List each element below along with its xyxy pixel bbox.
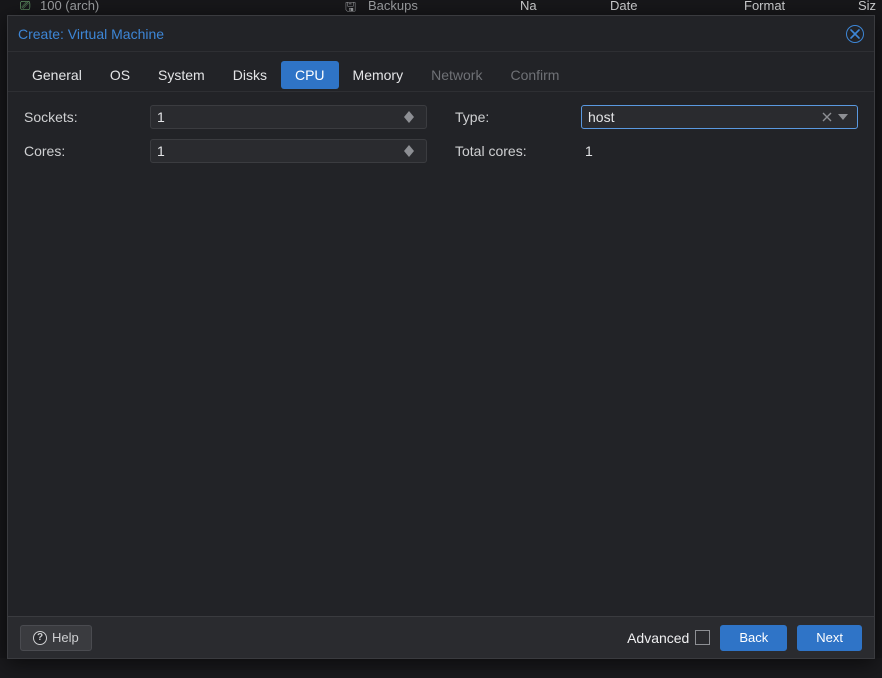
close-button[interactable] [846, 25, 864, 43]
help-icon: ? [33, 631, 47, 645]
tab-memory[interactable]: Memory [339, 61, 418, 89]
tab-cpu[interactable]: CPU [281, 61, 339, 89]
type-select[interactable]: host [581, 105, 858, 129]
dialog-titlebar: Create: Virtual Machine [8, 16, 874, 52]
tab-confirm: Confirm [496, 61, 573, 89]
wizard-tabs: General OS System Disks CPU Memory Netwo… [8, 52, 874, 92]
chevron-down-icon [838, 114, 848, 120]
total-cores-label: Total cores: [455, 143, 581, 159]
bg-col-name: Na [520, 0, 537, 13]
advanced-toggle: Advanced [627, 630, 710, 646]
sockets-value: 1 [157, 109, 404, 125]
sockets-input[interactable]: 1 [150, 105, 427, 129]
type-clear-button[interactable] [819, 112, 835, 122]
bg-col-format: Format [744, 0, 785, 13]
tab-disks[interactable]: Disks [219, 61, 281, 89]
create-vm-dialog: Create: Virtual Machine General OS Syste… [7, 15, 875, 659]
help-label: Help [52, 630, 79, 645]
advanced-label: Advanced [627, 630, 689, 646]
bg-col-date: Date [610, 0, 637, 13]
type-value: host [588, 109, 819, 125]
cores-value: 1 [157, 143, 404, 159]
type-label: Type: [455, 109, 581, 125]
dialog-title: Create: Virtual Machine [18, 26, 164, 42]
form-left-column: Sockets: 1 Cores: 1 [24, 104, 427, 604]
help-button[interactable]: ? Help [20, 625, 92, 651]
form-right-column: Type: host Total cores: 1 [455, 104, 858, 604]
form-body: Sockets: 1 Cores: 1 [8, 92, 874, 616]
clear-icon [822, 112, 832, 122]
sockets-row: Sockets: 1 [24, 104, 427, 130]
chevron-down-icon [404, 151, 414, 157]
tab-network: Network [417, 61, 496, 89]
total-cores-value: 1 [581, 143, 593, 159]
type-dropdown-trigger[interactable] [835, 114, 851, 120]
dialog-footer: ? Help Advanced Back Next [8, 616, 874, 658]
bg-col-size: Siz [858, 0, 876, 13]
type-row: Type: host [455, 104, 858, 130]
tab-system[interactable]: System [144, 61, 219, 89]
cores-input[interactable]: 1 [150, 139, 427, 163]
back-button[interactable]: Back [720, 625, 787, 651]
close-icon [850, 29, 860, 39]
cores-spinner-buttons[interactable] [404, 145, 420, 157]
total-cores-row: Total cores: 1 [455, 138, 858, 164]
sockets-spinner-buttons[interactable] [404, 111, 420, 123]
cores-row: Cores: 1 [24, 138, 427, 164]
tab-general[interactable]: General [18, 61, 96, 89]
cores-label: Cores: [24, 143, 150, 159]
chevron-down-icon [404, 117, 414, 123]
sockets-label: Sockets: [24, 109, 150, 125]
tab-os[interactable]: OS [96, 61, 144, 89]
next-button[interactable]: Next [797, 625, 862, 651]
advanced-checkbox[interactable] [695, 630, 710, 645]
